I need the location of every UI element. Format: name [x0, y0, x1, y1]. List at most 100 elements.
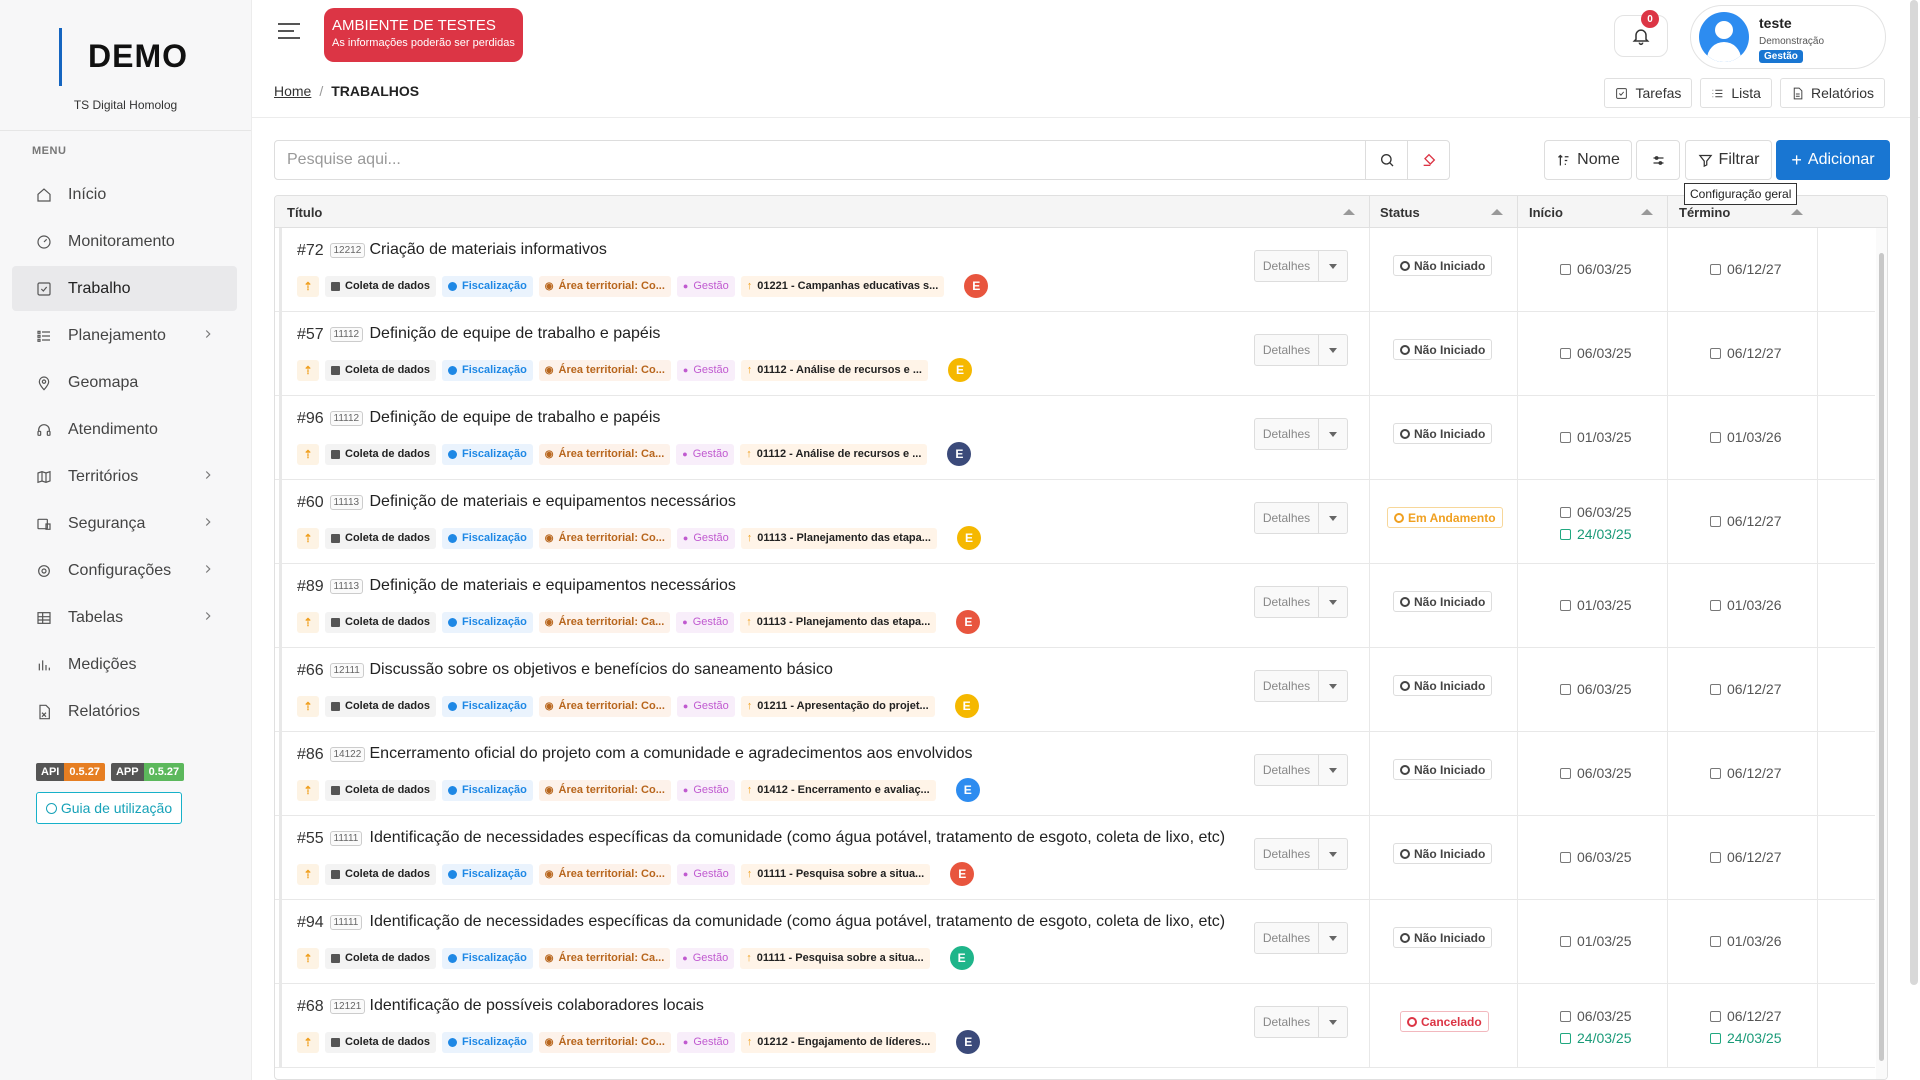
column-end-header[interactable]: Término: [1679, 205, 1730, 220]
sidebar-item-inicio[interactable]: Início: [12, 172, 237, 217]
details-button[interactable]: Detalhes: [1255, 671, 1319, 701]
column-status-header[interactable]: Status: [1380, 205, 1420, 220]
clear-search-button[interactable]: [1407, 141, 1449, 179]
details-button[interactable]: Detalhes: [1255, 1007, 1319, 1037]
add-button[interactable]: + Adicionar: [1776, 140, 1890, 180]
usage-guide-button[interactable]: Guia de utilização: [36, 792, 182, 824]
details-dropdown: Detalhes: [1254, 250, 1348, 282]
user-profile-card[interactable]: teste Demonstração Gestão: [1690, 5, 1886, 69]
job-title[interactable]: Definição de materiais e equipamentos ne…: [370, 577, 736, 595]
table-row[interactable]: #57 11112 Definição de equipe de trabalho …: [275, 312, 1875, 396]
table-row[interactable]: #96 11112 Definição de equipe de trabalho …: [275, 396, 1875, 480]
menu-toggle-icon[interactable]: [278, 23, 300, 41]
job-title[interactable]: Encerramento oficial do projeto com a co…: [370, 745, 973, 763]
caret-down-icon[interactable]: [1319, 755, 1347, 785]
assignee-avatar[interactable]: E: [948, 358, 972, 382]
search-input[interactable]: [275, 141, 1365, 179]
job-title[interactable]: Definição de equipe de trabalho e papéis: [370, 409, 661, 427]
details-button[interactable]: Detalhes: [1255, 503, 1319, 533]
table-scroll-thumb[interactable]: [1879, 253, 1884, 1061]
search-button[interactable]: [1365, 141, 1407, 179]
caret-down-icon[interactable]: [1319, 671, 1347, 701]
end-date: 06/12/27: [1710, 681, 1782, 697]
column-title-header[interactable]: Título: [287, 205, 322, 220]
job-title[interactable]: Identificação de possíveis colaboradores…: [370, 997, 704, 1015]
assignee-avatar[interactable]: E: [950, 862, 975, 886]
sidebar-item-medicoes[interactable]: Medições: [12, 642, 237, 687]
caret-down-icon[interactable]: [1319, 419, 1347, 449]
sidebar-item-monitoramento[interactable]: Monitoramento: [12, 219, 237, 264]
sidebar-item-tabelas[interactable]: Tabelas: [12, 595, 237, 640]
assignee-avatar[interactable]: E: [956, 1030, 981, 1054]
sidebar-item-geomapa[interactable]: Geomapa: [12, 360, 237, 405]
assignee-avatar[interactable]: E: [964, 274, 989, 298]
job-title[interactable]: Identificação de necessidades específica…: [370, 829, 1226, 847]
breadcrumb-home-link[interactable]: Home: [274, 83, 311, 99]
job-title[interactable]: Discussão sobre os objetivos e benefício…: [370, 661, 833, 679]
details-button[interactable]: Detalhes: [1255, 419, 1319, 449]
table-scrollbar[interactable]: [1876, 228, 1887, 1079]
assignee-avatar[interactable]: E: [947, 442, 972, 466]
sidebar-item-trabalho[interactable]: Trabalho: [12, 266, 237, 311]
caret-down-icon[interactable]: [1319, 251, 1347, 281]
details-button[interactable]: Detalhes: [1255, 251, 1319, 281]
table-row[interactable]: #66 12111 Discussão sobre os objetivos e b…: [275, 648, 1875, 732]
caret-down-icon[interactable]: [1319, 839, 1347, 869]
table-row[interactable]: #55 11111 Identificação de necessidades es…: [275, 816, 1875, 900]
sidebar-item-seguranca[interactable]: Segurança: [12, 501, 237, 546]
sort-button[interactable]: Nome: [1544, 140, 1632, 180]
territory-tag: ◉ Área territorial: Co...: [538, 863, 671, 885]
sidebar-item-planejamento[interactable]: Planejamento: [12, 313, 237, 358]
job-title[interactable]: Criação de materiais informativos: [370, 241, 607, 259]
list-icon: [1713, 89, 1723, 97]
status-badge: Em Andamento: [1387, 507, 1503, 528]
table-row[interactable]: #72 12212 Criação de materiais informativo…: [275, 228, 1875, 312]
job-title[interactable]: Identificação de necessidades específica…: [370, 913, 1226, 931]
job-number: #66: [297, 662, 324, 679]
general-settings-button[interactable]: [1636, 140, 1680, 180]
filter-button[interactable]: Filtrar: [1685, 140, 1772, 180]
tasks-button[interactable]: Tarefas: [1604, 78, 1693, 108]
assignee-avatar[interactable]: E: [956, 526, 981, 550]
page-scrollbar[interactable]: [1910, 0, 1918, 985]
notifications-button[interactable]: 0: [1614, 10, 1668, 57]
list-button[interactable]: Lista: [1700, 78, 1772, 108]
table-row[interactable]: #89 11113 Definição de materiais e equipam…: [275, 564, 1875, 648]
table-row[interactable]: #94 11111 Identificação de necessidades es…: [275, 900, 1875, 984]
job-title[interactable]: Definição de equipe de trabalho e papéis: [370, 325, 661, 343]
caret-down-icon[interactable]: [1319, 587, 1347, 617]
job-title[interactable]: Definição de materiais e equipamentos ne…: [370, 493, 736, 511]
reports-button[interactable]: Relatórios: [1779, 78, 1885, 108]
brand-logo-text[interactable]: DEMO: [88, 38, 188, 75]
map-pin-icon: [36, 375, 52, 391]
assignee-avatar[interactable]: E: [954, 694, 979, 718]
assignee-avatar[interactable]: E: [949, 946, 974, 970]
details-button[interactable]: Detalhes: [1255, 335, 1319, 365]
sort-arrow-icon[interactable]: [1791, 209, 1803, 215]
column-start-header[interactable]: Início: [1529, 205, 1563, 220]
caret-down-icon[interactable]: [1319, 1007, 1347, 1037]
details-button[interactable]: Detalhes: [1255, 923, 1319, 953]
sidebar-item-configuracoes[interactable]: Configurações: [12, 548, 237, 593]
top-actions: Tarefas Lista Relatórios: [1604, 78, 1885, 108]
caret-down-icon[interactable]: [1319, 335, 1347, 365]
details-button[interactable]: Detalhes: [1255, 755, 1319, 785]
assignee-avatar[interactable]: E: [955, 778, 980, 802]
sort-arrow-icon[interactable]: [1343, 209, 1355, 215]
sidebar-item-atendimento[interactable]: Atendimento: [12, 407, 237, 452]
end-date: 06/12/27: [1710, 1008, 1782, 1024]
details-button[interactable]: Detalhes: [1255, 587, 1319, 617]
caret-down-icon[interactable]: [1319, 923, 1347, 953]
details-button[interactable]: Detalhes: [1255, 839, 1319, 869]
table-row[interactable]: #86 14122 Encerramento oficial do projeto …: [275, 732, 1875, 816]
inspection-tag: Fiscalização: [441, 863, 533, 885]
sidebar-item-territorios[interactable]: Territórios: [12, 454, 237, 499]
caret-down-icon[interactable]: [1319, 503, 1347, 533]
table-row[interactable]: #68 12121 Identificação de possíveis colab…: [275, 984, 1875, 1068]
sort-arrow-icon[interactable]: [1641, 209, 1653, 215]
user-icon: ●: [682, 1037, 689, 1047]
assignee-avatar[interactable]: E: [956, 610, 981, 634]
table-row[interactable]: #60 11113 Definição de materiais e equipam…: [275, 480, 1875, 564]
sort-arrow-icon[interactable]: [1491, 209, 1503, 215]
sidebar-item-relatorios[interactable]: Relatórios: [12, 689, 237, 734]
